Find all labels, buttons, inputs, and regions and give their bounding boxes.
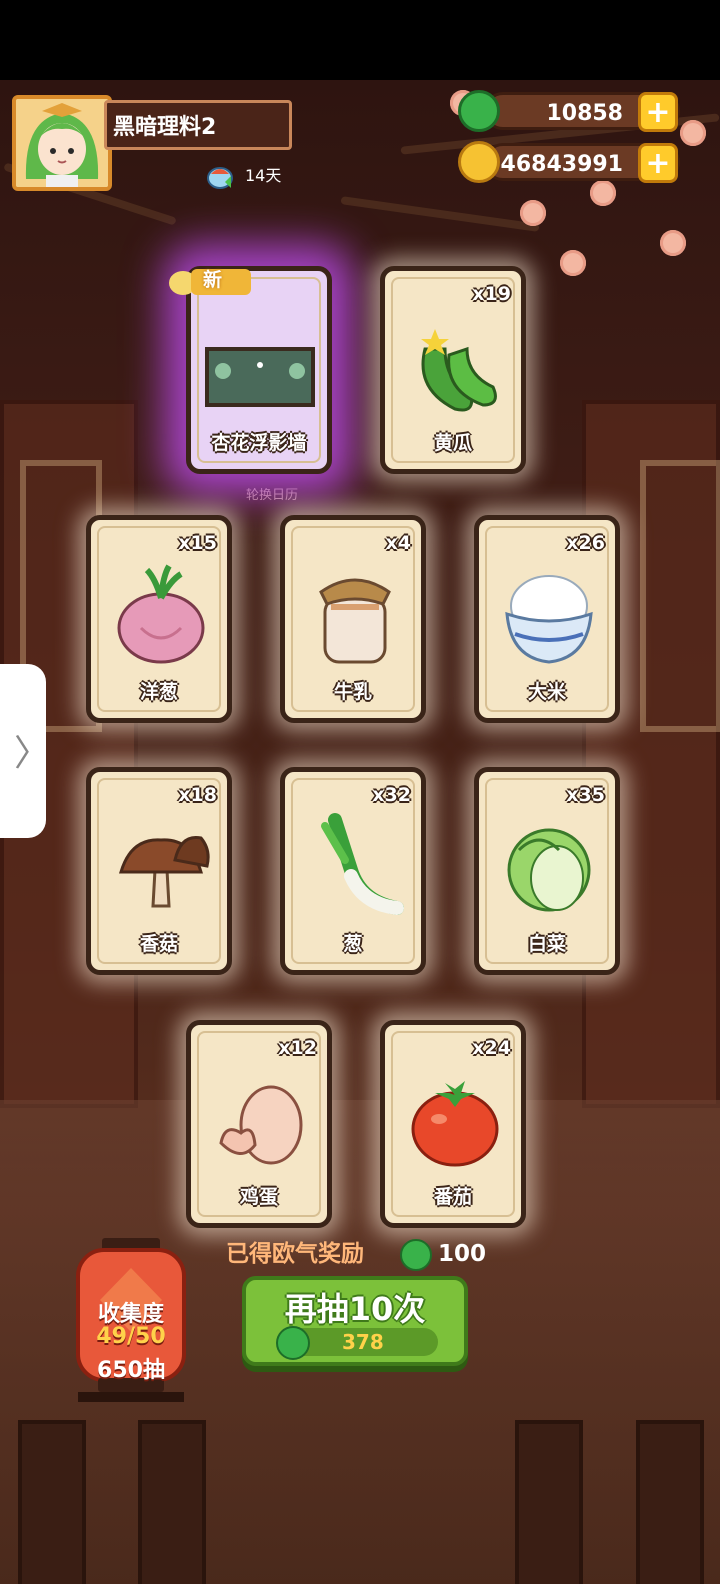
player-name: 黑暗理料2 — [104, 100, 292, 150]
card-label: 鸡蛋 — [239, 1186, 278, 1208]
wall-decor-icon — [205, 347, 315, 407]
chevron-right-icon: 〉 — [14, 733, 51, 774]
reward-card-egg[interactable]: x12 鸡蛋 — [186, 1020, 332, 1228]
side-drawer-tab[interactable]: 〉 — [0, 664, 50, 838]
jade-icon — [458, 90, 500, 132]
gold-amount: 46843991 — [500, 152, 623, 177]
card-label: 牛乳 — [333, 681, 372, 703]
window-lattice — [640, 460, 720, 732]
card-label: 白菜 — [527, 933, 566, 955]
cabbage-icon — [507, 828, 591, 912]
draw-cost: 378 — [276, 1326, 438, 1360]
jade-icon — [400, 1239, 432, 1271]
draw-cost-value: 378 — [342, 1330, 384, 1354]
gold-coin-icon — [458, 141, 500, 183]
card-count: x35 — [566, 784, 605, 806]
fence-post — [138, 1420, 206, 1584]
character-portrait-icon — [16, 99, 108, 187]
reward-card-onion[interactable]: x15 洋葱 — [86, 515, 232, 723]
blossom-decor — [680, 120, 706, 146]
rotate-calendar-label: 轮换日历 — [246, 488, 299, 503]
milk-jar-icon — [319, 578, 391, 664]
days-label: 14天 — [245, 166, 282, 185]
fence-post — [18, 1420, 86, 1584]
bonus-label: 已得欧气奖励 — [226, 1241, 364, 1267]
card-count: x19 — [472, 283, 511, 305]
scallion-icon — [321, 813, 404, 915]
cucumber-icon — [421, 329, 497, 412]
blossom-decor — [520, 200, 546, 226]
tomato-icon — [411, 1081, 499, 1167]
card-label: 番茄 — [433, 1186, 472, 1208]
calendar-boost-icon — [207, 167, 233, 189]
draw-10-button[interactable]: 再抽10次 378 — [242, 1276, 468, 1366]
card-count: x24 — [472, 1037, 511, 1059]
card-label: 洋葱 — [139, 681, 178, 703]
new-badge-label: 新 — [203, 269, 223, 291]
card-label: 葱 — [343, 933, 363, 955]
reward-card-milk[interactable]: x4 牛乳 — [280, 515, 426, 723]
jade-amount: 10858 — [546, 101, 623, 126]
blossom-decor — [660, 230, 686, 256]
bonus-value: 100 — [438, 1241, 487, 1267]
card-label: 黄瓜 — [433, 432, 472, 454]
card-count: x18 — [178, 784, 217, 806]
add-jade-button[interactable]: + — [638, 92, 678, 132]
card-count: x12 — [278, 1037, 317, 1059]
reward-card-scallion[interactable]: x32 葱 — [280, 767, 426, 975]
fence-post — [515, 1420, 583, 1584]
jade-icon — [276, 1326, 310, 1360]
card-label: 杏花浮影墙 — [211, 432, 307, 454]
player-avatar[interactable] — [12, 95, 112, 191]
reward-card-tomato[interactable]: x24 番茄 — [380, 1020, 526, 1228]
collection-lantern[interactable]: 收集度 49/50 650抽 — [72, 1238, 190, 1408]
blossom-decor — [560, 250, 586, 276]
reward-card-wall-decor[interactable]: 新 杏花浮影墙 — [169, 266, 332, 474]
add-gold-button[interactable]: + — [638, 143, 678, 183]
fence-post — [636, 1420, 704, 1584]
card-count: x26 — [566, 532, 605, 554]
card-label: 大米 — [527, 681, 566, 703]
card-count: x4 — [385, 532, 411, 554]
branch-decor — [340, 196, 540, 232]
luck-bonus: 已得欧气奖励 100 — [226, 1236, 486, 1272]
reward-card-cabbage[interactable]: x35 白菜 — [474, 767, 620, 975]
rice-bowl-icon — [505, 575, 593, 664]
mushroom-icon — [118, 835, 210, 908]
reward-card-rice[interactable]: x26 大米 — [474, 515, 620, 723]
card-label: 香菇 — [139, 933, 178, 955]
days-counter: 14天 — [205, 160, 285, 192]
draw-button-label: 再抽10次 — [284, 1290, 426, 1328]
card-count: x32 — [372, 784, 411, 806]
collection-draws: 650抽 — [97, 1358, 165, 1383]
onion-icon — [117, 564, 205, 664]
egg-icon — [219, 1085, 303, 1165]
reward-card-cucumber[interactable]: x19 黄瓜 — [380, 266, 526, 474]
reward-card-mushroom[interactable]: x18 香菇 — [86, 767, 232, 975]
card-count: x15 — [178, 532, 217, 554]
collection-progress: 49/50 — [96, 1324, 166, 1349]
